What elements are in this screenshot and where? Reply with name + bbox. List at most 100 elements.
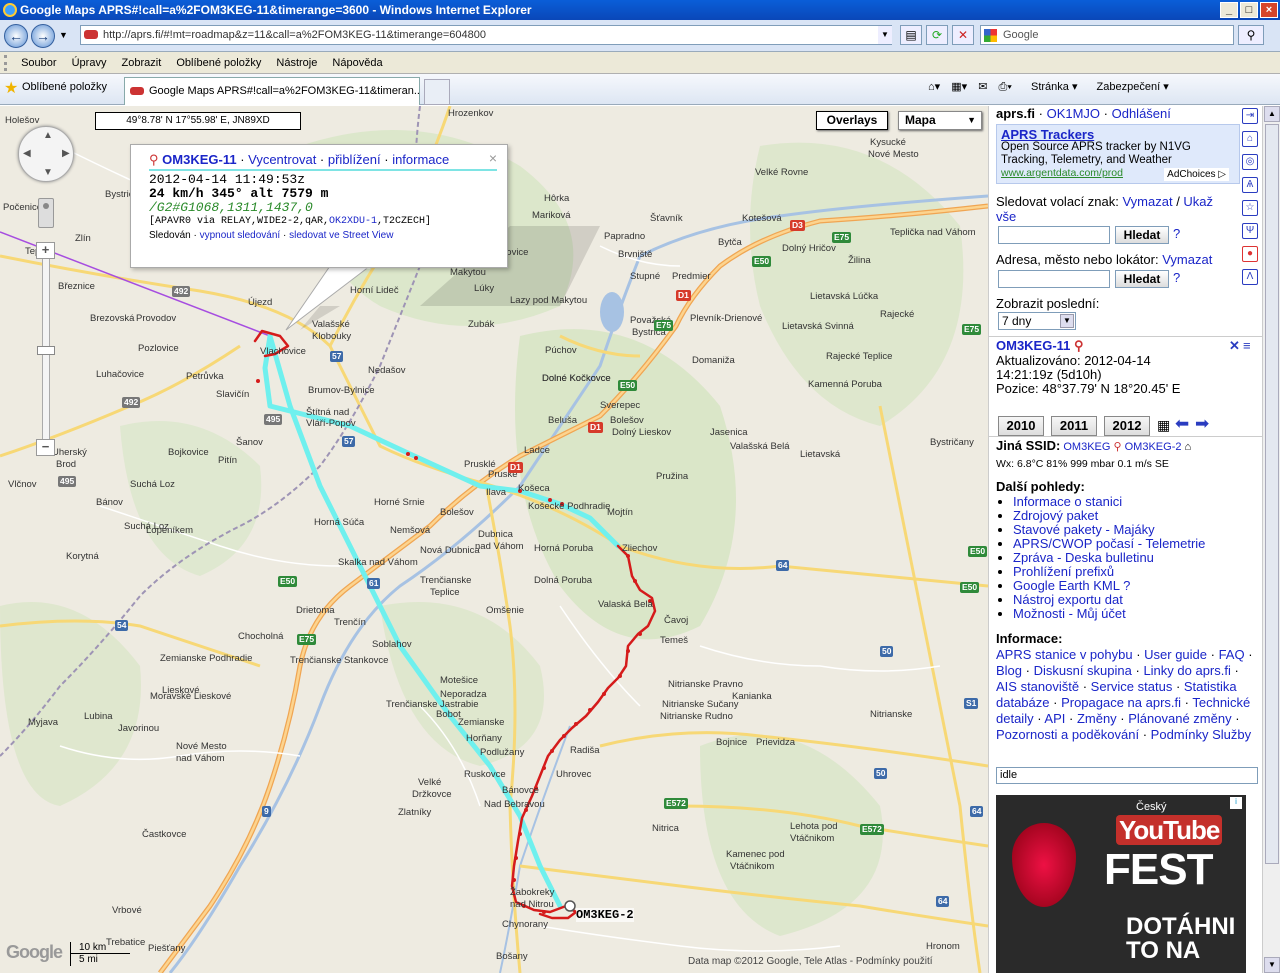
callsign-search-button[interactable]: Hledat	[1115, 226, 1169, 244]
overlays-button[interactable]: Overlays	[816, 111, 888, 130]
close-icon[interactable]: ×	[489, 151, 497, 165]
maptype-select[interactable]: Mapa ▼	[898, 111, 982, 130]
view-export[interactable]: Nástroj exportu dat	[1013, 592, 1123, 607]
timerange-select[interactable]: 7 dny ▼	[998, 312, 1076, 330]
menu-edit[interactable]: Úpravy	[66, 52, 113, 74]
map-canvas[interactable]: Holešov Hrozenkov Kysucké Nové Mesto Bystrič…	[0, 106, 988, 973]
collapse-sidebar-icon[interactable]: ⇥	[1242, 108, 1258, 124]
print-icon[interactable]: ⎙▾	[999, 81, 1012, 93]
info-link-group[interactable]: Diskusní skupina	[1034, 663, 1132, 678]
arrow-left-icon[interactable]: ⬅	[1175, 414, 1189, 434]
zoom-link[interactable]: přiblížení	[328, 152, 381, 167]
ad-info-icon[interactable]: i	[1230, 797, 1242, 809]
info-link-linking[interactable]: Linky do aprs.fi	[1143, 663, 1230, 678]
antenna-icon[interactable]: Ѧ	[1242, 177, 1258, 193]
star-filter-icon[interactable]: ☆	[1242, 200, 1258, 216]
ad-title[interactable]: APRS Trackers	[1001, 128, 1235, 141]
view-prefixes[interactable]: Prohlížení prefixů	[1013, 564, 1114, 579]
vertical-scrollbar[interactable]: ▲ ▼	[1262, 106, 1280, 973]
search-input[interactable]: Google	[980, 25, 1234, 45]
menu-tools[interactable]: Nástroje	[270, 52, 323, 74]
info-link-guide[interactable]: User guide	[1144, 647, 1207, 662]
view-station-info[interactable]: Informace o stanici	[1013, 494, 1122, 509]
track-clear-link[interactable]: Vymazat	[1122, 194, 1172, 209]
view-weather[interactable]: APRS/CWOP počasí - Telemetrie	[1013, 536, 1205, 551]
search-button-icon[interactable]: ⚲	[1238, 25, 1264, 45]
compatibility-icon[interactable]: ▤	[900, 25, 922, 45]
station-label-om3keg-2[interactable]: OM3KEG-2	[576, 908, 634, 922]
untrack-link[interactable]: vypnout sledování	[200, 230, 281, 241]
stop-icon[interactable]: ✕	[952, 25, 974, 45]
callsign-help-link[interactable]: ?	[1173, 226, 1180, 241]
pan-up-icon[interactable]: ▲	[43, 130, 53, 141]
home-icon[interactable]: ⌂▾	[928, 81, 940, 93]
ssid-om3keg2-link[interactable]: OM3KEG-2	[1125, 441, 1182, 453]
minimize-button[interactable]: _	[1220, 2, 1238, 18]
pan-control[interactable]: ▲ ▼ ◀ ▶	[18, 126, 74, 182]
zoom-in-button[interactable]: +	[36, 242, 55, 259]
info-link-moving[interactable]: APRS stanice v pohybu	[996, 647, 1133, 662]
pan-left-icon[interactable]: ◀	[23, 148, 31, 159]
scroll-up-icon[interactable]: ▲	[1264, 106, 1280, 122]
user-link[interactable]: OK1MJO	[1047, 106, 1100, 121]
info-link-terms[interactable]: Podmínky Služby	[1151, 727, 1251, 742]
pan-right-icon[interactable]: ▶	[62, 148, 70, 159]
address-help-link[interactable]: ?	[1173, 270, 1180, 285]
page-menu[interactable]: Stránka ▾	[1023, 81, 1078, 93]
info-link[interactable]: informace	[392, 152, 449, 167]
pan-down-icon[interactable]: ▼	[43, 167, 53, 178]
browser-tab[interactable]: Google Maps APRS#!call=a%2FOM3KEG-11&tim…	[124, 77, 420, 105]
close-window-button[interactable]: ×	[1260, 2, 1278, 18]
ad-box[interactable]: APRS Trackers Open Source APRS tracker b…	[996, 124, 1240, 184]
arrow-right-icon[interactable]: ➡	[1195, 414, 1209, 434]
security-menu[interactable]: Zabezpečení ▾	[1089, 81, 1169, 93]
compass-icon[interactable]: Λ	[1242, 269, 1258, 285]
show-all-link-2[interactable]: vše	[996, 209, 1016, 224]
info-link-promo[interactable]: Propagace na aprs.fi	[1061, 695, 1181, 710]
forward-button[interactable]: →	[31, 24, 55, 48]
show-all-link[interactable]: Ukaž	[1183, 194, 1213, 209]
menu-favorites[interactable]: Oblíbené položky	[170, 52, 267, 74]
view-messages[interactable]: Zpráva - Deska bulletinu	[1013, 550, 1154, 565]
info-link-ais[interactable]: AIS stanoviště	[996, 679, 1079, 694]
info-link-blog[interactable]: Blog	[996, 663, 1022, 678]
address-input[interactable]: http://aprs.fi/#!mt=roadmap&z=11&call=a%…	[80, 25, 892, 45]
station-callsign[interactable]: OM3KEG-11 ⚲	[996, 338, 1258, 354]
calendar-icon[interactable]: ▦	[1157, 417, 1170, 434]
center-link[interactable]: Vycentrovat	[248, 152, 316, 167]
house-icon[interactable]: ⌂	[1242, 131, 1258, 147]
favorites-button[interactable]: ★ Oblíbené položky	[4, 80, 107, 97]
map-attribution[interactable]: Data map ©2012 Google, Tele Atlas - Podm…	[688, 956, 933, 967]
view-options[interactable]: Možnosti - Můj účet	[1013, 606, 1126, 621]
callsign-input[interactable]	[998, 226, 1110, 244]
year-2012-button[interactable]: 2012	[1104, 416, 1150, 436]
address-input[interactable]	[998, 270, 1110, 288]
scroll-down-icon[interactable]: ▼	[1264, 957, 1280, 973]
feeds-icon[interactable]: ▦▾	[951, 81, 967, 93]
back-button[interactable]: ←	[4, 24, 28, 48]
menu-help[interactable]: Nápověda	[326, 52, 388, 74]
maximize-button[interactable]: □	[1240, 2, 1258, 18]
mail-icon[interactable]: ✉	[978, 81, 987, 93]
zoom-slider-handle[interactable]	[37, 346, 55, 355]
youtube-fest-ad[interactable]: i Český YouTube FEST DOTÁHNI TO NA	[996, 795, 1246, 973]
history-dropdown-icon[interactable]: ▼	[59, 30, 68, 40]
info-link-planned[interactable]: Plánované změny	[1128, 711, 1231, 726]
info-callsign-link[interactable]: OM3KEG-11	[162, 152, 236, 167]
address-search-button[interactable]: Hledat	[1115, 270, 1169, 288]
view-raw-packets[interactable]: Zdrojový paket	[1013, 508, 1098, 523]
close-station-icon[interactable]: ✕	[1229, 338, 1240, 354]
menu-view[interactable]: Zobrazit	[116, 52, 168, 74]
info-link-credits[interactable]: Pozornosti a poděkování	[996, 727, 1139, 742]
tower-icon[interactable]: Ψ	[1242, 223, 1258, 239]
street-view-pegman-icon[interactable]	[38, 198, 54, 228]
new-tab-button[interactable]	[424, 79, 450, 105]
view-status-packets[interactable]: Stavové pakety - Majáky	[1013, 522, 1155, 537]
year-2010-button[interactable]: 2010	[998, 416, 1044, 436]
address-dropdown-icon[interactable]: ▼	[878, 26, 892, 44]
info-link-changes[interactable]: Změny	[1077, 711, 1117, 726]
logout-link[interactable]: Odhlášení	[1112, 106, 1171, 121]
crosshair-icon[interactable]: ◎	[1242, 154, 1258, 170]
menu-icon[interactable]: ≡	[1243, 338, 1251, 353]
info-link-faq[interactable]: FAQ	[1219, 647, 1245, 662]
